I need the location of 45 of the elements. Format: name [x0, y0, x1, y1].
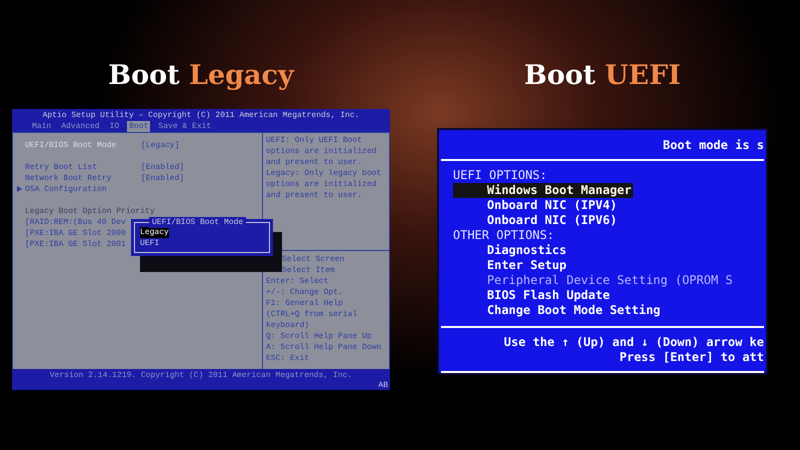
- section-label: UEFI OPTIONS:: [453, 168, 548, 182]
- popup-option[interactable]: UEFI: [140, 238, 160, 248]
- key-hint: Select Item: [282, 264, 336, 276]
- submenu-label[interactable]: OSA Configuration: [25, 184, 107, 194]
- title-text: Aptio Setup Utility – Copyright (C) 2011 American Megatrends, Inc.: [42, 110, 360, 120]
- boot-menu-item[interactable]: BIOS Flash Update: [453, 288, 610, 302]
- setting-label[interactable]: Retry Boot List: [25, 162, 141, 172]
- boot-option[interactable]: [RAID:REM:(Bus 40 Dev: [25, 216, 126, 228]
- boot-menu-item[interactable]: Windows Boot Manager: [453, 182, 632, 198]
- menu-tab[interactable]: Main: [30, 120, 54, 132]
- boot-menu-item[interactable]: Change Boot Mode Setting: [453, 302, 660, 318]
- corner-code: AB: [378, 380, 388, 390]
- boot-option[interactable]: [PXE:IBA GE Slot 2000: [25, 228, 126, 238]
- submenu-arrow-icon: [17, 186, 22, 192]
- section-label: Legacy Boot Option Priority: [25, 206, 155, 216]
- instruction-text: Press [Enter] to att: [620, 350, 764, 364]
- setting-value: [Enabled]: [141, 172, 184, 184]
- key-hint: A: Scroll Help Pane Down: [266, 342, 382, 352]
- key-hint: (CTRL+Q from serial keyboard): [266, 308, 358, 330]
- setting-value: [Enabled]: [141, 162, 184, 172]
- key-hint: F1: General Help: [266, 298, 344, 308]
- instruction-text: Use the ↑ (Up) and ↓ (Down) arrow ke: [504, 334, 764, 350]
- key-hint: Enter: Select: [266, 276, 330, 286]
- key-hint: +/-: Change Opt.: [266, 286, 344, 298]
- boot-option[interactable]: [PXE:IBA GE Slot 2001: [25, 238, 126, 250]
- menu-tab[interactable]: Advanced: [59, 120, 102, 132]
- heading: Boot Legacy: [108, 59, 294, 93]
- header-text: Boot mode is s: [662, 138, 764, 152]
- heading: Boot UEFI: [524, 59, 681, 93]
- section-label: OTHER OPTIONS:: [453, 228, 556, 242]
- menu-tab[interactable]: Boot: [127, 120, 150, 132]
- key-hint: Q: Scroll Help Pane Up: [266, 330, 373, 342]
- setting-label[interactable]: UEFI/BIOS Boot Mode: [25, 140, 141, 150]
- boot-menu-item[interactable]: Onboard NIC (IPV4): [453, 198, 618, 212]
- menu-tab[interactable]: Save & Exit: [156, 120, 214, 132]
- setting-label[interactable]: Network Boot Retry: [25, 172, 141, 184]
- menu-tab[interactable]: IO: [108, 120, 122, 132]
- boot-menu-item[interactable]: Diagnostics: [453, 242, 566, 258]
- key-hint: Select Screen: [282, 254, 346, 264]
- key-hint: ESC: Exit: [266, 352, 310, 364]
- setting-value: [Legacy]: [141, 140, 180, 150]
- popup-title: UEFI/BIOS Boot Mode: [149, 216, 246, 228]
- boot-menu-item[interactable]: Enter Setup: [453, 258, 566, 272]
- boot-menu-item[interactable]: Onboard NIC (IPV6): [453, 212, 618, 228]
- version-text: Version 2.14.1219. Copyright (C) 2011 American Megatrends, Inc.: [48, 370, 354, 380]
